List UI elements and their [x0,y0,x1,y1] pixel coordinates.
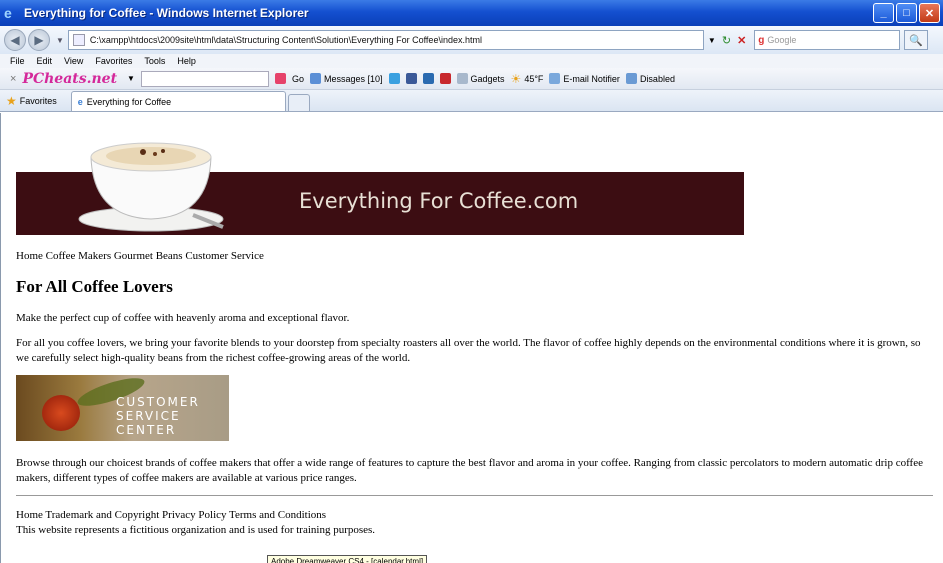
search-button[interactable]: 🔍 [904,30,929,50]
page-content: Everything For Coffee.com Home Coffee Ma… [0,113,943,563]
go-button[interactable]: Go [292,74,304,84]
facebook-icon[interactable] [405,73,417,84]
address-dropdown-icon[interactable]: ▼ [708,36,716,45]
tab-title: Everything for Coffee [86,96,172,107]
address-toolbar: ◀ ▶ ▼ C:\xampp\htdocs\2009site\html\data… [0,26,943,54]
minimize-button[interactable]: _ [873,3,894,23]
menu-tools[interactable]: Tools [144,56,165,66]
internet-explorer-icon: e [4,5,12,21]
csc-line-3: CENTER [116,423,177,437]
email-icon [549,73,561,84]
popup-blocker-icon [625,73,637,84]
gadgets-icon [456,73,468,84]
temperature-label: 45°F [524,73,544,84]
address-text: C:\xampp\htdocs\2009site\html\data\Struc… [89,35,482,45]
footer-note: This website represents a fictitious org… [16,524,376,536]
coffee-cup-image [78,142,224,232]
email-notifier-item[interactable]: E-mail Notifier [549,73,620,84]
footer-links[interactable]: Home Trademark and Copyright Privacy Pol… [16,509,326,521]
page-icon [72,34,85,46]
refresh-icon[interactable]: ↻ [722,34,731,47]
site-navigation[interactable]: Home Coffee Makers Gourmet Beans Custome… [16,250,264,262]
search-field[interactable]: g Google [754,30,901,50]
messages-label: Messages [10] [323,73,383,84]
menu-help[interactable]: Help [177,56,196,66]
messages-item[interactable]: Messages [10] [309,73,383,84]
banner-title: Everything For Coffee.com [299,189,579,213]
tab-everything-for-coffee[interactable]: e Everything for Coffee [70,91,286,111]
sun-icon: ☀ [510,71,522,86]
menu-edit[interactable]: Edit [37,56,53,66]
footer-divider [16,495,933,496]
forward-button[interactable]: ▶ [28,29,50,51]
address-field[interactable]: C:\xampp\htdocs\2009site\html\data\Struc… [67,30,704,50]
menu-view[interactable]: View [64,56,83,66]
email-label: E-mail Notifier [563,73,620,84]
favorites-bar: ★ Favorites e Everything for Coffee [0,90,943,112]
addon-toolbar: × PCheats.net ▼ Go Messages [10] Gadgets… [0,68,943,90]
csc-line-1: CUSTOMER [116,395,200,409]
messages-icon [309,73,321,84]
csc-line-2: SERVICE [116,409,181,423]
menu-bar: File Edit View Favorites Tools Help [0,54,943,68]
social-icon[interactable] [388,73,400,84]
history-dropdown-icon[interactable]: ▼ [56,36,64,45]
new-tab-button[interactable] [287,94,310,111]
maximize-button[interactable]: □ [896,3,917,23]
weather-item[interactable]: ☀ 45°F [511,72,544,86]
google-icon: g [758,34,765,46]
window-title: Everything for Coffee - Windows Internet… [24,6,309,20]
coffee-makers-paragraph: Browse through our choicest brands of co… [16,457,923,484]
news-icon[interactable] [422,73,434,84]
brand-dropdown-icon[interactable]: ▼ [127,74,135,83]
coffee-cherry-shape [42,395,80,431]
taskbar-tooltip: Adobe Dreamweaver CS4 - [calendar.html] [267,555,428,563]
toolbar-search-input[interactable] [140,70,269,87]
favorites-label: Favorites [19,96,57,106]
menu-favorites[interactable]: Favorites [95,56,132,66]
customer-service-text: CUSTOMER SERVICE CENTER [116,395,200,437]
search-placeholder: Google [767,35,797,45]
window-title-bar[interactable]: e Everything for Coffee - Windows Intern… [0,0,943,26]
disabled-label: Disabled [639,73,675,84]
go-icon[interactable] [274,73,286,84]
gadgets-item[interactable]: Gadgets [456,73,505,84]
address-tools: ▼ ↻ ✕ [708,34,746,47]
page-favicon-icon: e [77,96,83,107]
close-button[interactable]: ✕ [919,3,940,23]
disabled-item[interactable]: Disabled [625,73,675,84]
menu-file[interactable]: File [10,56,25,66]
customer-service-center-image[interactable]: CUSTOMER SERVICE CENTER [16,375,229,441]
close-toolbar-icon[interactable]: × [10,73,16,85]
about-paragraph: For all you coffee lovers, we bring your… [16,337,921,364]
page-heading: For All Coffee Lovers [16,277,173,296]
favorites-button[interactable]: ★ Favorites [6,91,57,111]
stop-icon[interactable]: ✕ [737,34,746,47]
toolbar-brand: PCheats.net [22,70,118,87]
intro-paragraph: Make the perfect cup of coffee with heav… [16,312,350,324]
youtube-icon[interactable] [439,73,451,84]
star-icon: ★ [6,94,17,108]
back-button[interactable]: ◀ [4,29,26,51]
gadgets-label: Gadgets [470,73,505,84]
window-controls: _ □ ✕ [873,3,940,23]
